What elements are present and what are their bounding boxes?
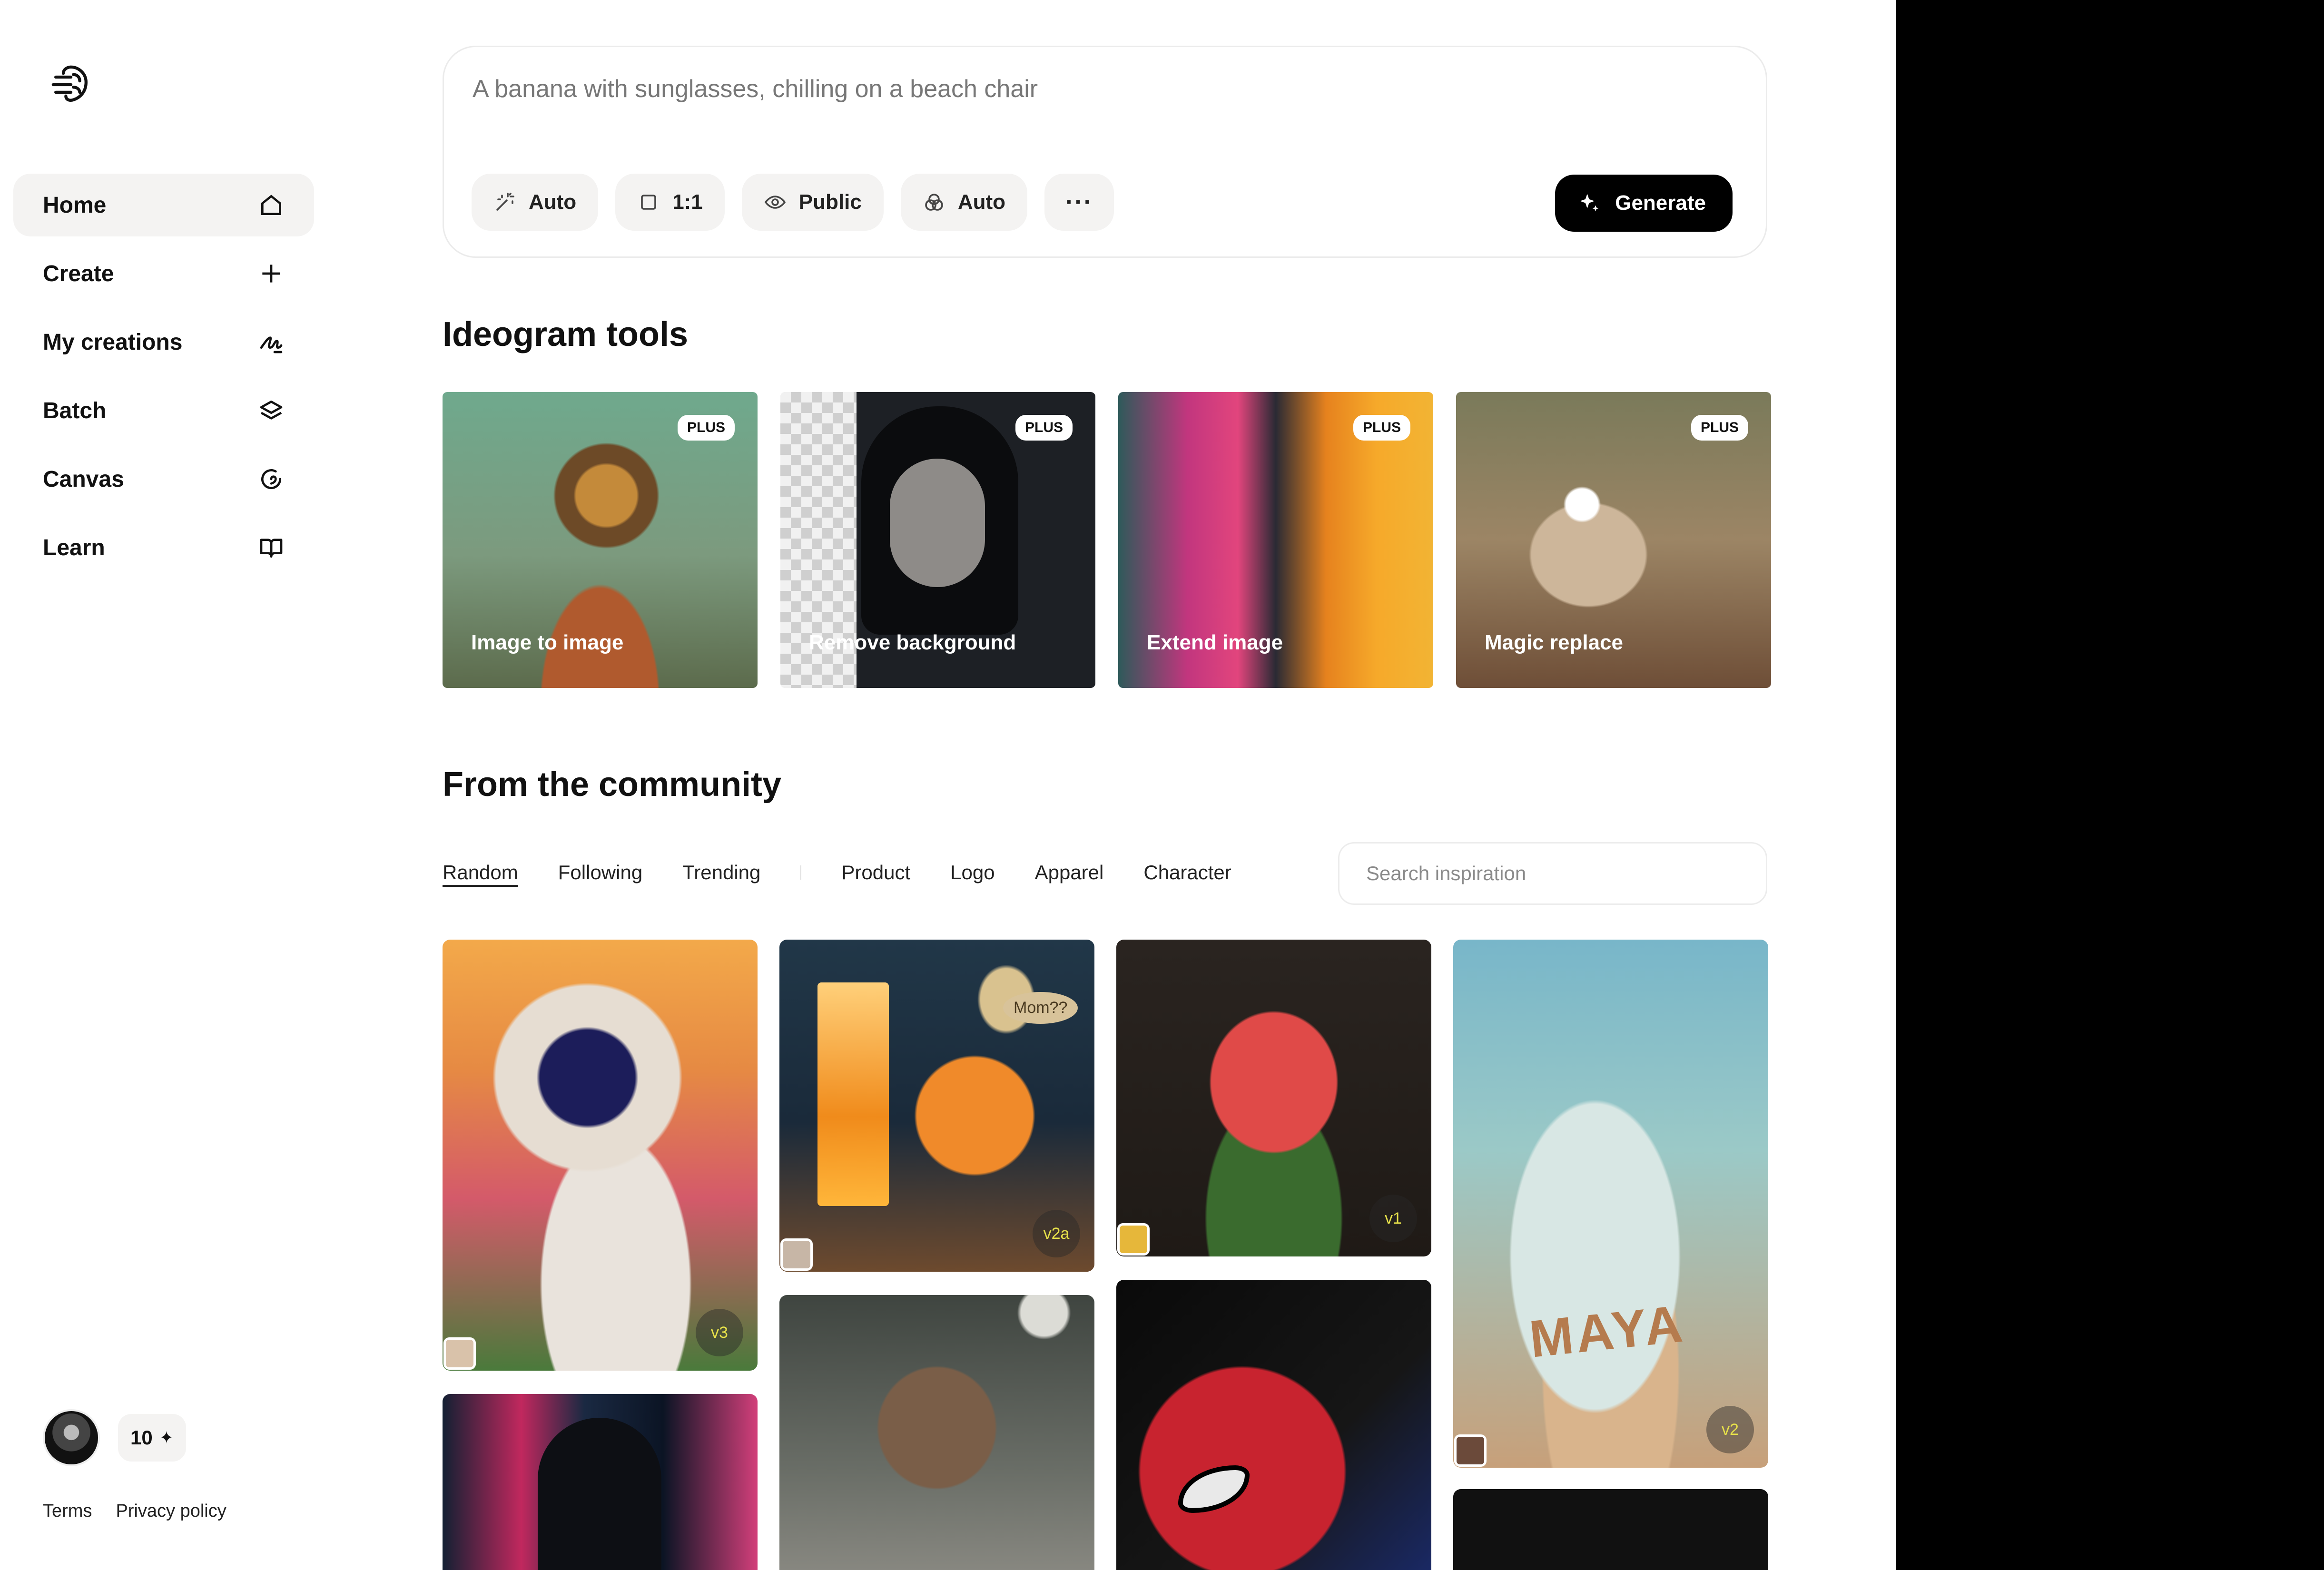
community-image-watermelon-elephant[interactable]: v1 (1116, 940, 1431, 1256)
community-tabs: Random Following Trending Product Logo A… (443, 861, 1271, 884)
sidebar-item-label: Canvas (43, 466, 124, 492)
credits-count: 10 (130, 1426, 153, 1449)
canvas-icon (258, 466, 285, 492)
tool-card-image-to-image[interactable]: PLUS Image to image (443, 392, 758, 688)
plus-badge: PLUS (1015, 415, 1073, 441)
avatar[interactable] (43, 1409, 100, 1466)
tab-product[interactable]: Product (841, 861, 910, 884)
sidebar-item-my-creations[interactable]: My creations (13, 311, 314, 373)
brain-icon[interactable] (46, 59, 96, 110)
generate-label: Generate (1615, 191, 1706, 215)
community-image-cyber-hood[interactable] (443, 1394, 758, 1570)
tab-logo[interactable]: Logo (950, 861, 995, 884)
tool-label: Image to image (471, 631, 624, 654)
sparkle-icon (1580, 194, 1599, 212)
sidebar-item-learn[interactable]: Learn (13, 516, 314, 579)
sidebar-nav: Home Create My creations Batch Canvas Le… (13, 174, 314, 585)
prompt-input[interactable]: A banana with sunglasses, chilling on a … (473, 75, 1038, 103)
signature-icon (258, 329, 285, 355)
sidebar-item-canvas[interactable]: Canvas (13, 448, 314, 510)
creator-avatar[interactable] (1454, 1434, 1487, 1467)
community-image-astronaut[interactable]: v3 (443, 940, 758, 1371)
magic-prompt-chip[interactable]: Auto (472, 174, 599, 231)
community-image-bottle-island[interactable]: MAYA v2 (1453, 940, 1768, 1468)
prompt-options: Auto 1:1 Public Auto ··· (472, 174, 1114, 231)
eye-icon (764, 196, 786, 209)
visibility-chip[interactable]: Public (741, 174, 884, 231)
community-heading: From the community (443, 765, 782, 804)
plus-badge: PLUS (677, 415, 735, 441)
portrait-face (890, 459, 985, 587)
user-area: 10 ✦ (43, 1409, 186, 1466)
speech-bubble: Mom?? (1003, 992, 1078, 1024)
chip-label: Public (798, 190, 862, 214)
version-badge: v2 (1706, 1406, 1754, 1453)
sidebar-item-home[interactable]: Home (13, 174, 314, 236)
community-image-dark[interactable] (1453, 1489, 1768, 1570)
tool-card-extend-image[interactable]: PLUS Extend image (1118, 392, 1433, 688)
footer-links: Terms Privacy policy (43, 1501, 226, 1521)
tab-character[interactable]: Character (1143, 861, 1231, 884)
community-image-orange[interactable]: Mom?? v2a (779, 940, 1094, 1272)
tool-card-remove-background[interactable]: PLUS Remove background (780, 392, 1095, 688)
sidebar-item-label: Batch (43, 398, 107, 423)
sidebar-item-label: Home (43, 192, 107, 218)
app-window: Home Create My creations Batch Canvas Le… (0, 0, 1896, 1570)
chip-label: 1:1 (672, 190, 703, 214)
sidebar-item-create[interactable]: Create (13, 242, 314, 305)
tab-apparel[interactable]: Apparel (1035, 861, 1104, 884)
more-options-button[interactable]: ··· (1044, 174, 1114, 231)
sidebar-item-label: Create (43, 261, 114, 286)
version-badge: v2a (1033, 1210, 1080, 1257)
book-icon (258, 534, 285, 561)
privacy-policy-link[interactable]: Privacy policy (116, 1501, 226, 1521)
sidebar-item-label: My creations (43, 329, 183, 355)
community-image-spiderman[interactable] (1116, 1280, 1431, 1570)
mask-eye (1178, 1465, 1250, 1513)
plus-icon (258, 260, 285, 287)
tool-label: Magic replace (1485, 631, 1624, 654)
square-icon (641, 195, 656, 210)
plus-badge: PLUS (1691, 415, 1748, 441)
tab-following[interactable]: Following (558, 861, 642, 884)
sidebar-item-label: Learn (43, 535, 105, 560)
terms-link[interactable]: Terms (43, 1501, 92, 1521)
palette-icon (925, 194, 943, 211)
tools-row: PLUS Image to image PLUS Remove backgrou… (443, 392, 1771, 688)
tab-trending[interactable]: Trending (682, 861, 760, 884)
version-badge: v1 (1369, 1195, 1417, 1242)
version-badge: v3 (696, 1309, 743, 1356)
plus-badge: PLUS (1353, 415, 1410, 441)
style-chip[interactable]: Auto (900, 174, 1027, 231)
community-image-elephant-branch[interactable] (779, 1295, 1094, 1570)
generate-button[interactable]: Generate (1555, 175, 1733, 232)
tool-label: Extend image (1147, 631, 1283, 654)
home-icon (258, 192, 285, 218)
prompt-box: A banana with sunglasses, chilling on a … (443, 46, 1767, 258)
creator-avatar[interactable] (443, 1337, 476, 1370)
credits-badge[interactable]: 10 ✦ (118, 1414, 186, 1462)
tab-random[interactable]: Random (443, 861, 518, 884)
search-inspiration-input[interactable] (1338, 842, 1767, 905)
sand-text: MAYA (1526, 1294, 1688, 1369)
layers-icon (258, 397, 285, 424)
tool-card-magic-replace[interactable]: PLUS Magic replace (1456, 392, 1771, 688)
hooded-figure (538, 1418, 661, 1570)
juice-glass (817, 982, 889, 1206)
chip-label: Auto (529, 190, 577, 214)
sidebar-item-batch[interactable]: Batch (13, 379, 314, 442)
creator-avatar[interactable] (1117, 1223, 1150, 1256)
chip-label: Auto (957, 190, 1005, 214)
tool-label: Remove background (809, 631, 1016, 654)
magic-wand-icon (496, 193, 514, 211)
aspect-ratio-chip[interactable]: 1:1 (615, 174, 725, 231)
more-icon: ··· (1065, 188, 1093, 216)
tab-divider (800, 865, 802, 880)
tools-heading: Ideogram tools (443, 315, 689, 353)
sparkle-icon: ✦ (159, 1428, 174, 1447)
creator-avatar[interactable] (780, 1238, 813, 1271)
